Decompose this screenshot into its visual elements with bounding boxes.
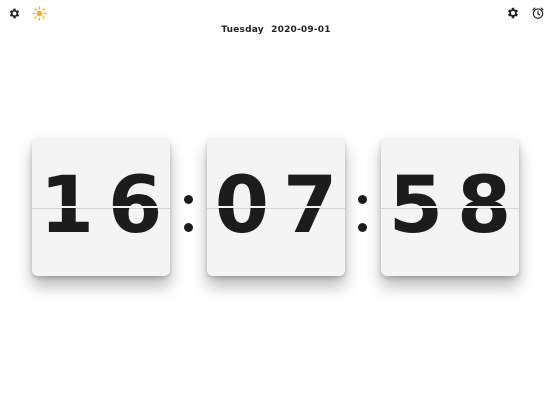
sun-icon: [31, 5, 47, 21]
weekday-label: Tuesday: [221, 25, 264, 35]
alarm-clock-icon: [532, 7, 544, 19]
gear-icon: [9, 8, 19, 18]
date-label: 2020-09-01: [271, 25, 331, 35]
settings-gear-icon[interactable]: [6, 5, 22, 21]
brightness-sun-icon[interactable]: [31, 5, 47, 21]
gear-icon: [507, 7, 519, 19]
card-split-shadow: [381, 208, 519, 209]
alarm-clock-icon[interactable]: [530, 5, 546, 21]
colon-separator: [183, 192, 193, 236]
hours-card: 16: [32, 138, 170, 276]
settings-gear-icon-right[interactable]: [505, 5, 521, 21]
colon-separator: [357, 192, 367, 236]
date-display: Tuesday 2020-09-01: [0, 25, 552, 35]
card-split-shadow: [207, 208, 345, 209]
seconds-card: 58: [381, 138, 519, 276]
minutes-card: 07: [207, 138, 345, 276]
card-split-shadow: [32, 208, 170, 209]
